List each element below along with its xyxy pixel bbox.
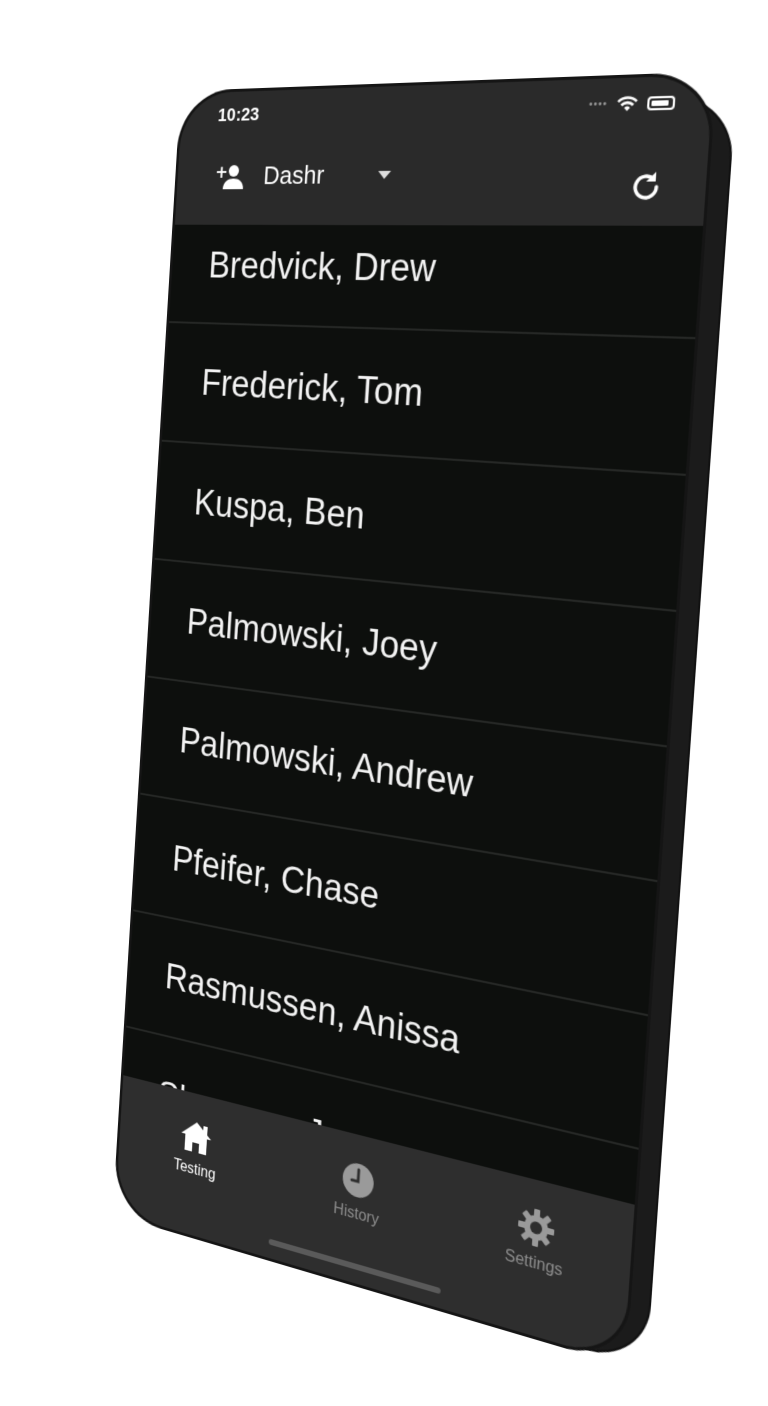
svg-text:+: + bbox=[215, 163, 229, 183]
athlete-name: Palmowski, Joey bbox=[185, 601, 439, 672]
add-user-button[interactable]: + bbox=[210, 155, 250, 198]
athlete-name: Palmowski, Andrew bbox=[178, 720, 475, 806]
tab-testing[interactable]: Testing bbox=[129, 1102, 265, 1198]
wifi-icon bbox=[617, 95, 639, 112]
refresh-button[interactable] bbox=[623, 165, 668, 208]
status-bar: 10:23 •••• bbox=[179, 74, 714, 144]
home-indicator bbox=[268, 1238, 441, 1295]
list-item-athlete[interactable]: Bredvick, Drew bbox=[168, 224, 704, 340]
phone-screen: 10:23 •••• + Dashr Bredvick, Drew Freder… bbox=[115, 74, 714, 1363]
status-time: 10:23 bbox=[217, 104, 260, 127]
nav-bar: + Dashr bbox=[174, 131, 710, 226]
status-icons: •••• bbox=[588, 93, 676, 113]
gear-icon bbox=[517, 1208, 555, 1248]
signal-icon: •••• bbox=[588, 98, 608, 111]
battery-icon bbox=[646, 95, 676, 110]
tab-label: Settings bbox=[504, 1246, 563, 1281]
tab-label: Testing bbox=[173, 1156, 216, 1184]
stage: 10:23 •••• + Dashr Bredvick, Drew Freder… bbox=[0, 0, 768, 1406]
selected-user-label: Dashr bbox=[262, 159, 326, 190]
clock-icon bbox=[341, 1159, 375, 1202]
athlete-name: Bredvick, Drew bbox=[207, 245, 438, 291]
athlete-name: Pfeifer, Chase bbox=[171, 838, 381, 918]
caret-down-icon bbox=[378, 170, 392, 179]
tab-history[interactable]: History bbox=[284, 1142, 433, 1244]
refresh-icon bbox=[628, 170, 664, 205]
add-user-icon: + bbox=[215, 163, 244, 190]
home-icon bbox=[180, 1118, 213, 1157]
user-selector-dropdown[interactable]: Dashr bbox=[262, 159, 392, 191]
athlete-name: Frederick, Tom bbox=[200, 362, 425, 415]
tab-settings[interactable]: Settings bbox=[455, 1187, 619, 1296]
phone-device: 10:23 •••• + Dashr Bredvick, Drew Freder… bbox=[115, 74, 735, 1366]
athlete-name: Kuspa, Ben bbox=[193, 482, 367, 538]
